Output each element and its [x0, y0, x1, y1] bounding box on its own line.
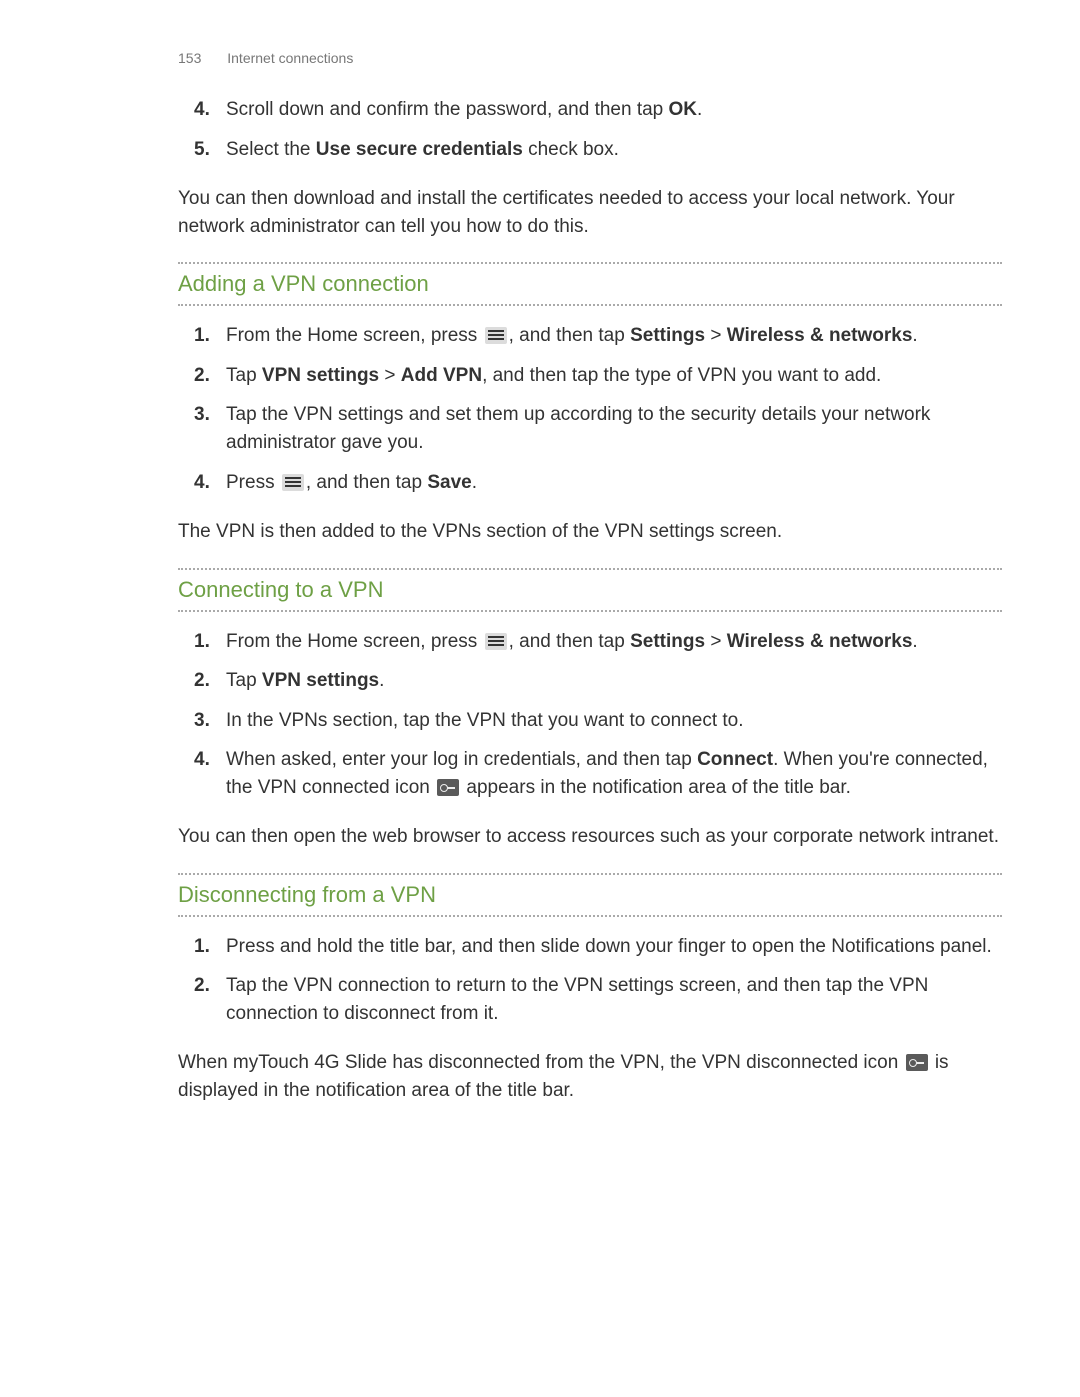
vpn-disconnected-icon: [906, 1054, 928, 1071]
adding-steps: 1 From the Home screen, press , and then…: [178, 322, 1002, 508]
step-number: 3: [194, 707, 210, 735]
section-title-text: Connecting to a VPN: [178, 577, 383, 602]
step-text: >: [705, 631, 727, 652]
step-text: From the Home screen, press: [226, 325, 483, 346]
step-number: 2: [194, 667, 210, 695]
step-text: .: [912, 631, 917, 652]
step-number: 1: [194, 933, 210, 961]
step-text: Press and hold the title bar, and then s…: [226, 936, 992, 957]
step-text: Tap: [226, 670, 262, 691]
step-text: Press: [226, 472, 280, 493]
menu-icon: [485, 327, 507, 344]
page-number: 153: [178, 50, 201, 66]
step-text: .: [379, 670, 384, 691]
connecting-step-1: 1 From the Home screen, press , and then…: [178, 628, 1002, 668]
step-text: .: [472, 472, 477, 493]
section-title-disconnecting: Disconnecting from a VPN: [178, 873, 1002, 917]
step-bold: Connect: [697, 749, 773, 770]
adding-step-4: 4 Press , and then tap Save.: [178, 469, 1002, 509]
step-bold: Add VPN: [401, 365, 482, 386]
step-number: 1: [194, 322, 210, 350]
header-section: Internet connections: [227, 50, 353, 66]
step-number: 2: [194, 362, 210, 390]
step-text: , and then tap the type of VPN you want …: [482, 365, 881, 386]
disconnecting-after: When myTouch 4G Slide has disconnected f…: [178, 1049, 1002, 1104]
step-bold: Save: [427, 472, 471, 493]
vpn-connected-icon: [437, 779, 459, 796]
intro-paragraph: You can then download and install the ce…: [178, 185, 1002, 240]
step-bold: Wireless & networks: [727, 325, 913, 346]
intro-step-5: 5 Select the Use secure credentials chec…: [178, 136, 1002, 176]
adding-step-3: 3 Tap the VPN settings and set them up a…: [178, 401, 1002, 468]
connecting-step-4: 4 When asked, enter your log in credenti…: [178, 746, 1002, 813]
step-bold: VPN settings: [262, 365, 379, 386]
step-text: .: [912, 325, 917, 346]
disconnecting-after-pre: When myTouch 4G Slide has disconnected f…: [178, 1052, 904, 1073]
connecting-step-3: 3 In the VPNs section, tap the VPN that …: [178, 707, 1002, 747]
disconnecting-step-1: 1 Press and hold the title bar, and then…: [178, 933, 1002, 973]
step-bold: VPN settings: [262, 670, 379, 691]
step-number: 5: [194, 136, 210, 164]
step-bold: Settings: [630, 325, 705, 346]
disconnecting-step-2: 2 Tap the VPN connection to return to th…: [178, 972, 1002, 1039]
adding-step-1: 1 From the Home screen, press , and then…: [178, 322, 1002, 362]
step-text: >: [379, 365, 401, 386]
step-text: , and then tap: [509, 325, 631, 346]
section-title-connecting: Connecting to a VPN: [178, 568, 1002, 612]
step-text: Scroll down and confirm the password, an…: [226, 99, 669, 120]
step-number: 1: [194, 628, 210, 656]
adding-step-2: 2 Tap VPN settings > Add VPN, and then t…: [178, 362, 1002, 402]
intro-step-4: 4 Scroll down and confirm the password, …: [178, 96, 1002, 136]
page-header: 153 Internet connections: [178, 48, 1002, 68]
step-text: When asked, enter your log in credential…: [226, 749, 697, 770]
step-text: .: [697, 99, 702, 120]
step-text: Tap the VPN connection to return to the …: [226, 975, 928, 1024]
connecting-after: You can then open the web browser to acc…: [178, 823, 1002, 851]
step-number: 2: [194, 972, 210, 1000]
menu-icon: [282, 474, 304, 491]
step-bold: OK: [669, 99, 698, 120]
step-number: 4: [194, 96, 210, 124]
step-text: , and then tap: [509, 631, 631, 652]
connecting-step-2: 2 Tap VPN settings.: [178, 667, 1002, 707]
section-title-adding: Adding a VPN connection: [178, 262, 1002, 306]
connecting-steps: 1 From the Home screen, press , and then…: [178, 628, 1002, 814]
step-text: From the Home screen, press: [226, 631, 483, 652]
intro-steps: 4 Scroll down and confirm the password, …: [178, 96, 1002, 175]
step-text: Tap the VPN settings and set them up acc…: [226, 404, 930, 453]
step-text: Select the: [226, 139, 316, 160]
step-number: 4: [194, 746, 210, 774]
step-number: 4: [194, 469, 210, 497]
section-title-text: Adding a VPN connection: [178, 271, 429, 296]
menu-icon: [485, 633, 507, 650]
step-text: appears in the notification area of the …: [461, 777, 851, 798]
step-text: , and then tap: [306, 472, 428, 493]
disconnecting-steps: 1 Press and hold the title bar, and then…: [178, 933, 1002, 1040]
step-text: check box.: [523, 139, 619, 160]
step-text: In the VPNs section, tap the VPN that yo…: [226, 710, 744, 731]
step-text: >: [705, 325, 727, 346]
step-number: 3: [194, 401, 210, 429]
section-title-text: Disconnecting from a VPN: [178, 882, 436, 907]
step-text: Tap: [226, 365, 262, 386]
step-bold: Wireless & networks: [727, 631, 913, 652]
step-bold: Use secure credentials: [316, 139, 523, 160]
step-bold: Settings: [630, 631, 705, 652]
adding-after: The VPN is then added to the VPNs sectio…: [178, 518, 1002, 546]
